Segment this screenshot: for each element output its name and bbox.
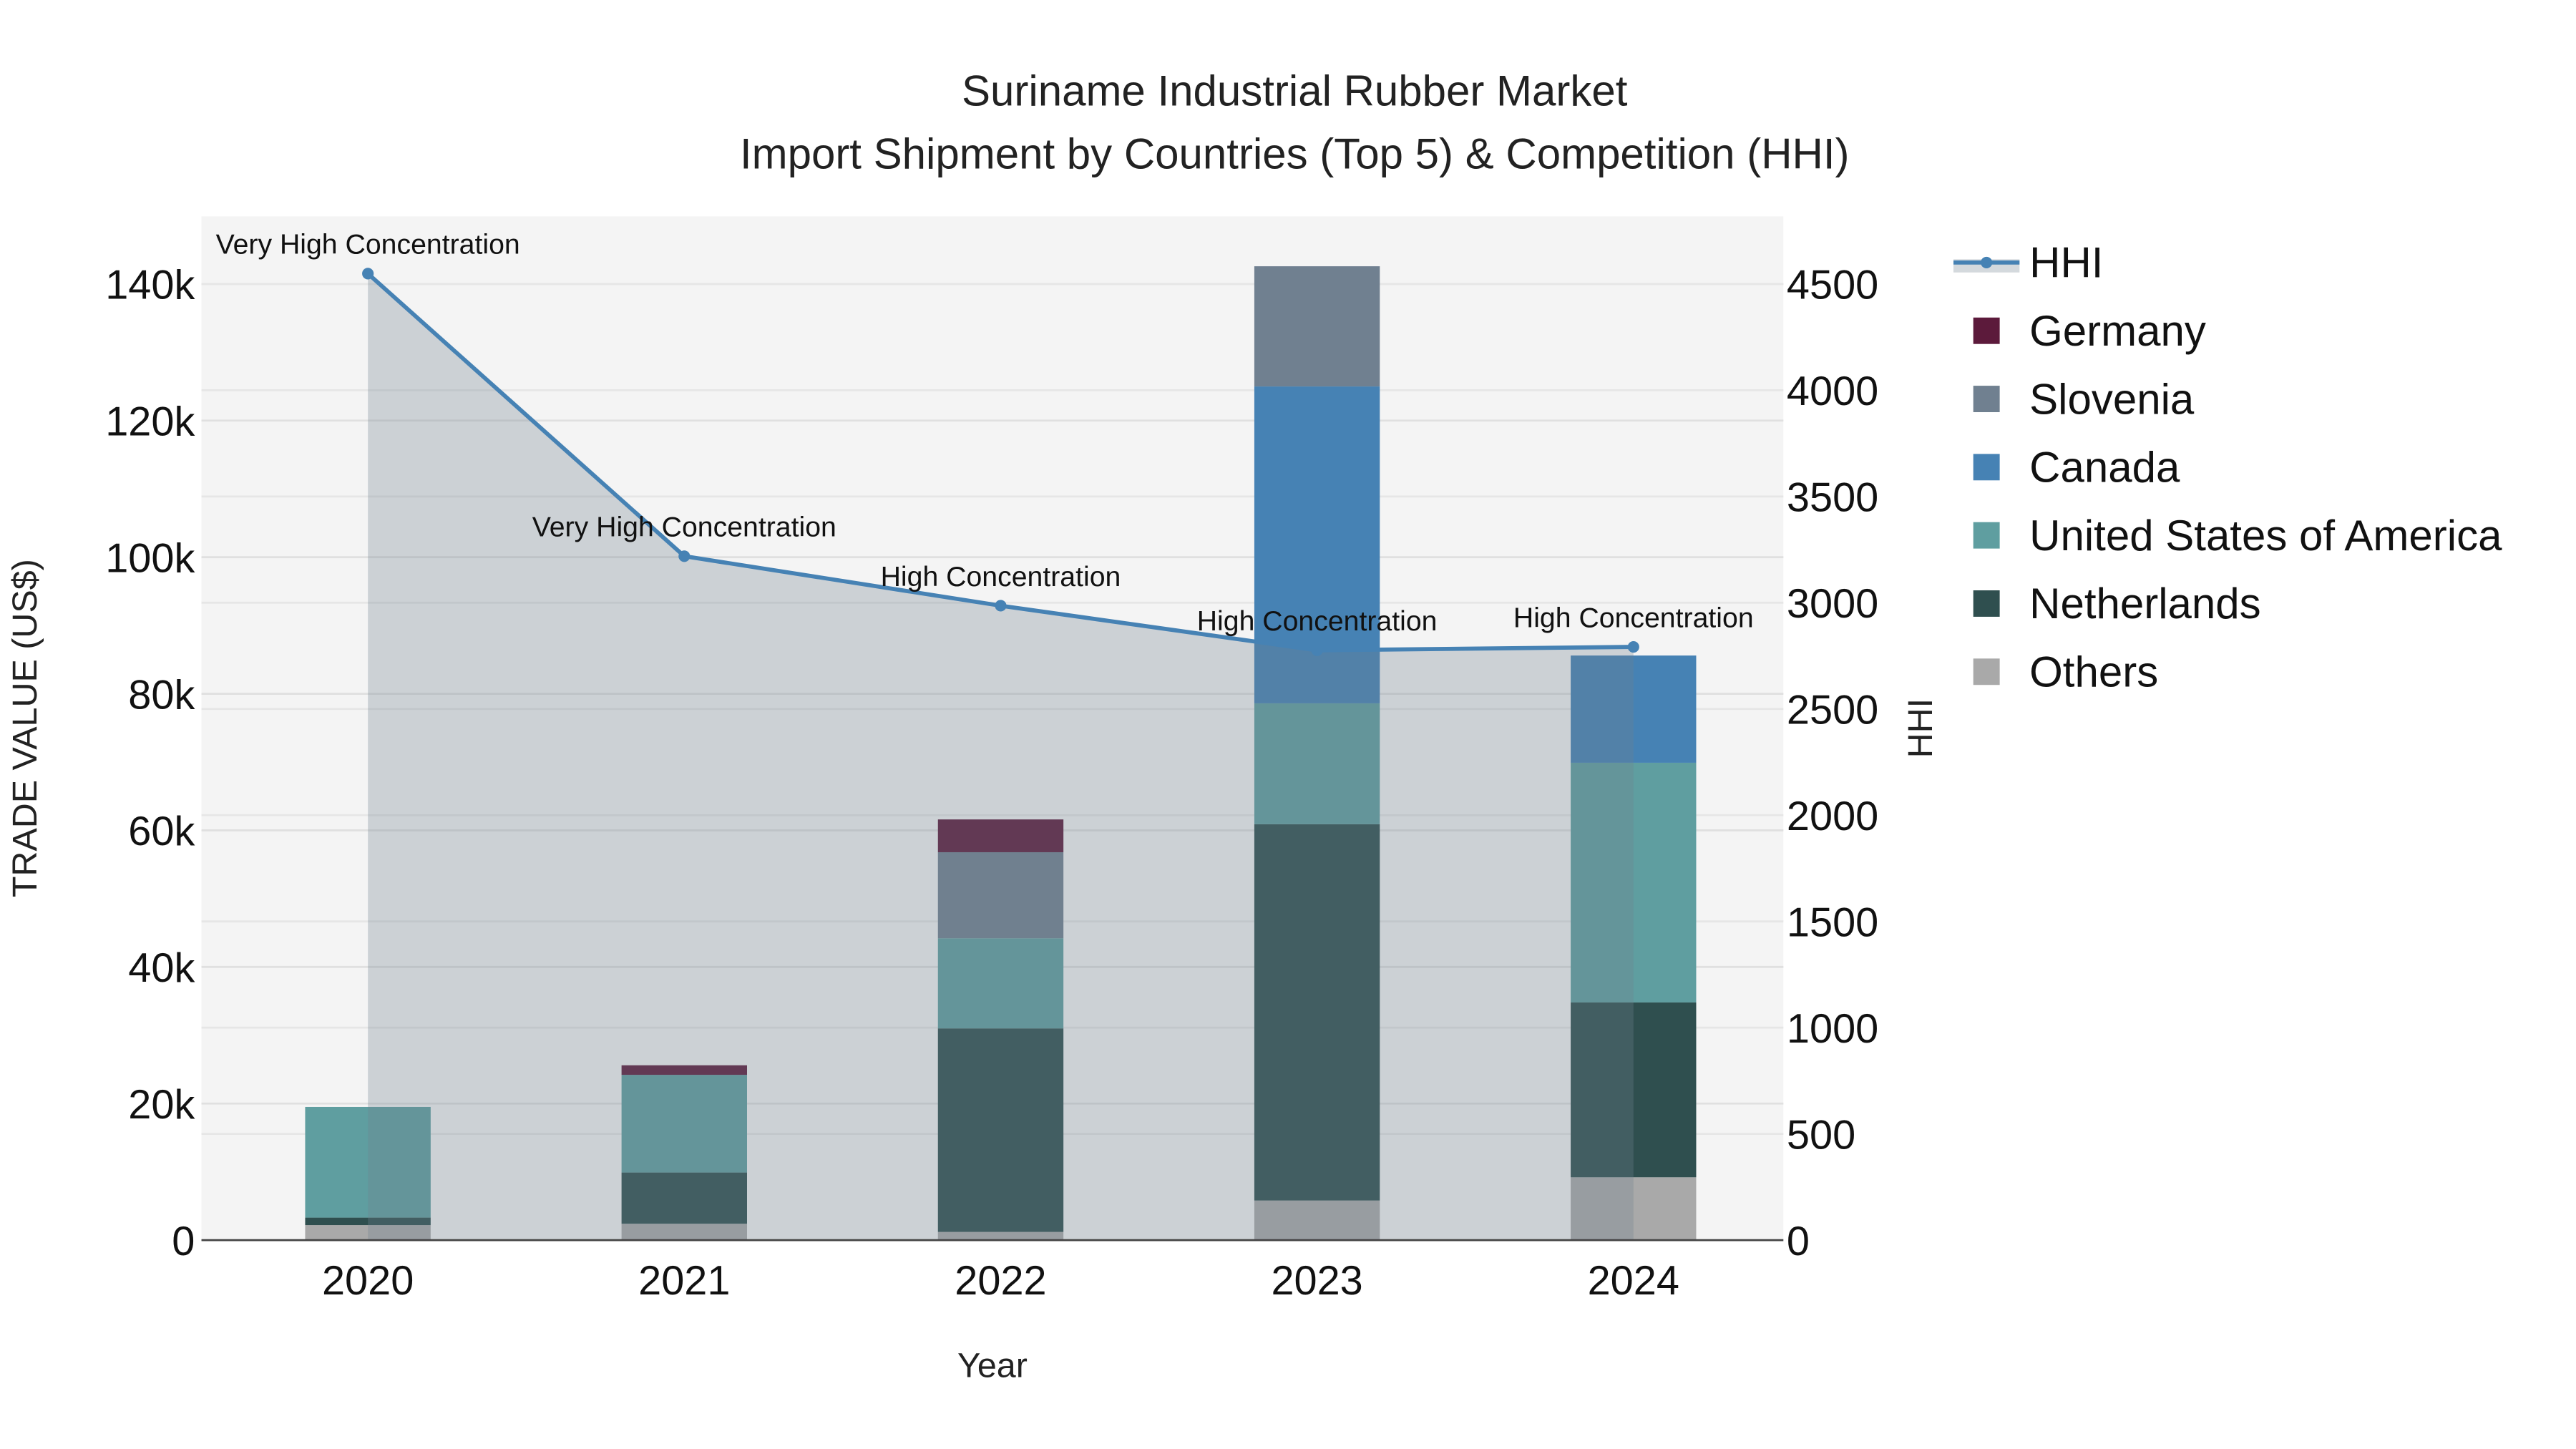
y2-tick-label: 2000 — [1787, 794, 1878, 839]
x-tick-label: 2024 — [1588, 1258, 1679, 1304]
legend-swatch-others — [1973, 658, 2000, 686]
y-tick-label: 120k — [105, 399, 195, 445]
legend-swatch-slovenia — [1973, 386, 2000, 412]
chart-title: Suriname Industrial Rubber Market — [962, 67, 1628, 115]
bar-slovenia-2023 — [1254, 266, 1380, 387]
legend-marker-hhi — [1981, 256, 1993, 268]
y-tick-label: 140k — [105, 263, 195, 308]
y2-tick-label: 500 — [1787, 1112, 1855, 1158]
y-tick-label: 40k — [128, 945, 195, 991]
x-axis-label: Year — [957, 1347, 1028, 1385]
y2-tick-label: 2500 — [1787, 688, 1878, 733]
legend-label: Canada — [2029, 444, 2180, 492]
y-tick-label: 0 — [172, 1219, 195, 1264]
hhi-point-2023 — [1311, 644, 1323, 656]
legend-label: Slovenia — [2029, 375, 2195, 423]
legend-swatch-canada — [1973, 454, 2000, 481]
hhi-point-2024 — [1627, 640, 1639, 653]
y-tick-label: 60k — [128, 809, 195, 854]
x-tick-label: 2021 — [638, 1258, 730, 1304]
y2-axis-label: HHI — [1901, 698, 1940, 758]
legend-label: Germany — [2029, 307, 2206, 355]
legend-label: Others — [2029, 648, 2158, 696]
hhi-annotation: High Concentration — [1513, 602, 1754, 633]
y2-tick-label: 1500 — [1787, 899, 1878, 945]
legend-label: HHI — [2029, 239, 2103, 287]
hhi-annotation: Very High Concentration — [216, 229, 520, 260]
legend: HHI Germany Slovenia Canada United States of… — [1953, 239, 2502, 696]
hhi-annotation: High Concentration — [881, 561, 1121, 592]
y2-tick-label: 4500 — [1787, 263, 1878, 308]
legend-label: United States of America — [2029, 512, 2502, 560]
legend-label: Netherlands — [2029, 580, 2261, 628]
x-tick-label: 2020 — [322, 1258, 414, 1304]
legend-swatch-united-states-of-america — [1973, 522, 2000, 549]
chart-subtitle: Import Shipment by Countries (Top 5) & C… — [740, 130, 1850, 177]
y2-tick-label: 3000 — [1787, 581, 1878, 627]
y-tick-label: 80k — [128, 672, 195, 718]
hhi-point-2022 — [995, 600, 1007, 612]
hhi-annotation: High Concentration — [1197, 605, 1438, 637]
y-tick-label: 20k — [128, 1082, 195, 1128]
y-axis-label: TRADE VALUE (US$) — [6, 559, 44, 897]
hhi-point-2020 — [362, 268, 374, 280]
hhi-point-2021 — [678, 550, 691, 562]
y2-tick-label: 3500 — [1787, 475, 1878, 521]
legend-swatch-germany — [1973, 317, 2000, 344]
chart: Very High Concentration Very High Concent… — [6, 67, 2502, 1385]
y2-tick-label: 0 — [1787, 1219, 1810, 1264]
y2-tick-label: 1000 — [1787, 1006, 1878, 1052]
y2-tick-label: 4000 — [1787, 369, 1878, 414]
y-tick-label: 100k — [105, 535, 195, 581]
x-tick-label: 2022 — [955, 1258, 1046, 1304]
legend-swatch-netherlands — [1973, 590, 2000, 617]
hhi-annotation: Very High Concentration — [532, 512, 836, 543]
x-tick-label: 2023 — [1271, 1258, 1362, 1304]
